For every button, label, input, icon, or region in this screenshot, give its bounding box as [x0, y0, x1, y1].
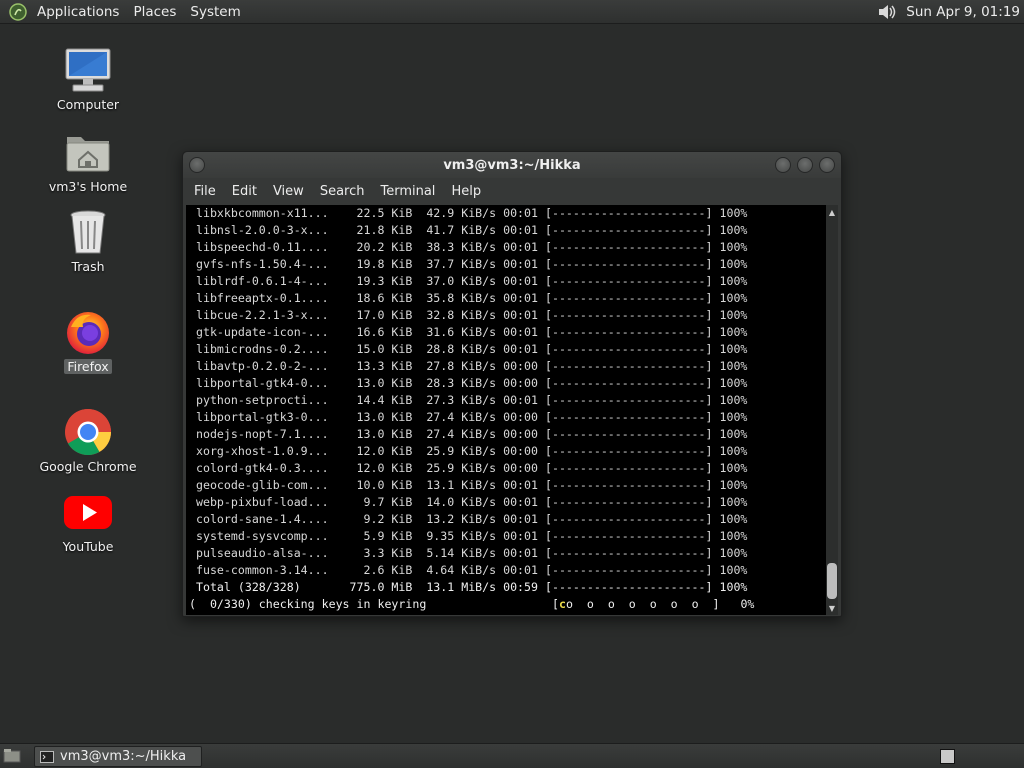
terminal-line: nodejs-nopt-7.1.... 13.0 KiB 27.4 KiB/s … — [189, 427, 748, 441]
terminal-line: liblrdf-0.6.1-4-... 19.3 KiB 37.0 KiB/s … — [189, 274, 748, 288]
status-dots: o o o o o o o ] 0% — [565, 597, 755, 611]
terminal-line: libmicrodns-0.2.... 15.0 KiB 28.8 KiB/s … — [189, 342, 748, 356]
taskbar-task-label: vm3@vm3:~/Hikka — [60, 749, 187, 764]
youtube-icon — [62, 486, 114, 538]
terminal-total-line: Total (328/328) 775.0 MiB 13.1 MiB/s 00:… — [189, 580, 748, 594]
scroll-up-arrow-icon[interactable]: ▲ — [827, 207, 837, 217]
volume-icon[interactable] — [874, 1, 900, 23]
terminal-line: fuse-common-3.14... 2.6 KiB 4.64 KiB/s 0… — [189, 563, 748, 577]
menu-file[interactable]: File — [186, 184, 224, 199]
terminal-line: libxkbcommon-x11... 22.5 KiB 42.9 KiB/s … — [189, 206, 748, 220]
desktop-icon-trash[interactable]: Trash — [28, 206, 148, 274]
desktop-icon-label: Computer — [56, 97, 120, 112]
clock[interactable]: Sun Apr 9, 01:19 — [906, 4, 1024, 20]
scroll-down-arrow-icon[interactable]: ▼ — [827, 603, 837, 613]
desktop-icon-firefox[interactable]: Firefox — [28, 306, 148, 374]
terminal-line: gvfs-nfs-1.50.4-... 19.8 KiB 37.7 KiB/s … — [189, 257, 748, 271]
pacman-progress-glyph: c — [558, 597, 566, 611]
terminal-line: pulseaudio-alsa-... 3.3 KiB 5.14 KiB/s 0… — [189, 546, 748, 560]
applications-menu[interactable]: Applications — [30, 4, 126, 20]
terminal-output[interactable]: libxkbcommon-x11... 22.5 KiB 42.9 KiB/s … — [186, 205, 826, 615]
firefox-icon — [62, 306, 114, 358]
places-menu[interactable]: Places — [126, 4, 183, 20]
top-panel: Applications Places System Sun Apr 9, 01… — [0, 0, 1024, 24]
desktop-icon-home[interactable]: vm3's Home — [28, 126, 148, 194]
terminal-window[interactable]: vm3@vm3:~/Hikka File Edit View Search Te… — [182, 151, 842, 617]
terminal-line: libspeechd-0.11.... 20.2 KiB 38.3 KiB/s … — [189, 240, 748, 254]
desktop-icon-chrome[interactable]: Google Chrome — [28, 406, 148, 474]
terminal-line: python-setprocti... 14.4 KiB 27.3 KiB/s … — [189, 393, 748, 407]
terminal-line: colord-sane-1.4.... 9.2 KiB 13.2 KiB/s 0… — [189, 512, 748, 526]
desktop-icon-label: vm3's Home — [48, 179, 128, 194]
maximize-button[interactable] — [797, 157, 813, 173]
terminal-line: libportal-gtk4-0... 13.0 KiB 28.3 KiB/s … — [189, 376, 748, 390]
menu-help[interactable]: Help — [443, 184, 489, 199]
chrome-icon — [62, 406, 114, 458]
window-menu-button[interactable] — [189, 157, 205, 173]
terminal-line: colord-gtk4-0.3.... 12.0 KiB 25.9 KiB/s … — [189, 461, 748, 475]
terminal-line: xorg-xhost-1.0.9... 12.0 KiB 25.9 KiB/s … — [189, 444, 748, 458]
menu-edit[interactable]: Edit — [224, 184, 265, 199]
terminal-line: libavtp-0.2.0-2-... 13.3 KiB 27.8 KiB/s … — [189, 359, 748, 373]
menu-terminal[interactable]: Terminal — [372, 184, 443, 199]
trash-icon — [62, 206, 114, 258]
status-prefix: ( 0/330) checking keys in keyring [ — [189, 597, 559, 611]
window-titlebar[interactable]: vm3@vm3:~/Hikka — [183, 152, 841, 178]
desktop-icon-label: Firefox — [64, 359, 112, 374]
terminal-menubar: File Edit View Search Terminal Help — [183, 178, 841, 204]
close-button[interactable] — [819, 157, 835, 173]
desktop-icon-youtube[interactable]: YouTube — [28, 486, 148, 554]
terminal-line: gtk-update-icon-... 16.6 KiB 31.6 KiB/s … — [189, 325, 748, 339]
terminal-icon — [40, 750, 54, 763]
menu-search[interactable]: Search — [312, 184, 373, 199]
terminal-scrollbar[interactable]: ▲ ▼ — [826, 205, 838, 615]
bottom-panel: vm3@vm3:~/Hikka — [0, 743, 1024, 768]
desktop-icon-label: Trash — [71, 259, 105, 274]
desktop-icon-label: YouTube — [62, 539, 114, 554]
terminal-line: libfreeaptx-0.1.... 18.6 KiB 35.8 KiB/s … — [189, 291, 748, 305]
terminal-status-line: ( 0/330) checking keys in keyring [co o … — [189, 596, 826, 613]
computer-icon — [62, 44, 114, 96]
desktop-icon-computer[interactable]: Computer — [28, 44, 148, 112]
menu-view[interactable]: View — [265, 184, 312, 199]
terminal-line: libportal-gtk3-0... 13.0 KiB 27.4 KiB/s … — [189, 410, 748, 424]
workspace-switcher[interactable] — [940, 749, 955, 764]
terminal-line: libnsl-2.0.0-3-x... 21.8 KiB 41.7 KiB/s … — [189, 223, 748, 237]
system-menu[interactable]: System — [183, 4, 247, 20]
scrollbar-thumb[interactable] — [827, 563, 837, 599]
window-title: vm3@vm3:~/Hikka — [443, 157, 581, 173]
home-folder-icon — [62, 126, 114, 178]
minimize-button[interactable] — [775, 157, 791, 173]
gnome-foot-icon[interactable] — [6, 1, 30, 23]
terminal-line: geocode-glib-com... 10.0 KiB 13.1 KiB/s … — [189, 478, 748, 492]
desktop-icon-label: Google Chrome — [39, 459, 137, 474]
terminal-line: systemd-sysvcomp... 5.9 KiB 9.35 KiB/s 0… — [189, 529, 748, 543]
terminal-line: libcue-2.2.1-3-x... 17.0 KiB 32.8 KiB/s … — [189, 308, 748, 322]
taskbar-terminal-button[interactable]: vm3@vm3:~/Hikka — [34, 746, 202, 767]
terminal-line: webp-pixbuf-load... 9.7 KiB 14.0 KiB/s 0… — [189, 495, 748, 509]
show-desktop-icon[interactable] — [3, 748, 21, 764]
